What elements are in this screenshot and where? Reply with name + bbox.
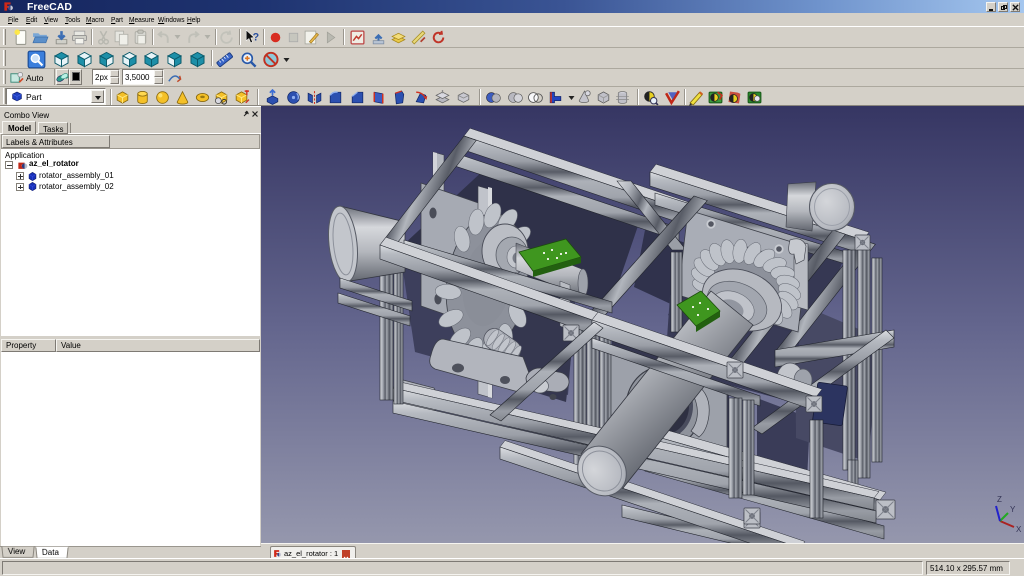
svg-text:Z: Z — [997, 495, 1002, 504]
svg-text:?: ? — [253, 32, 259, 44]
svg-text:Y: Y — [1010, 505, 1016, 514]
svg-text:X: X — [1016, 525, 1022, 534]
